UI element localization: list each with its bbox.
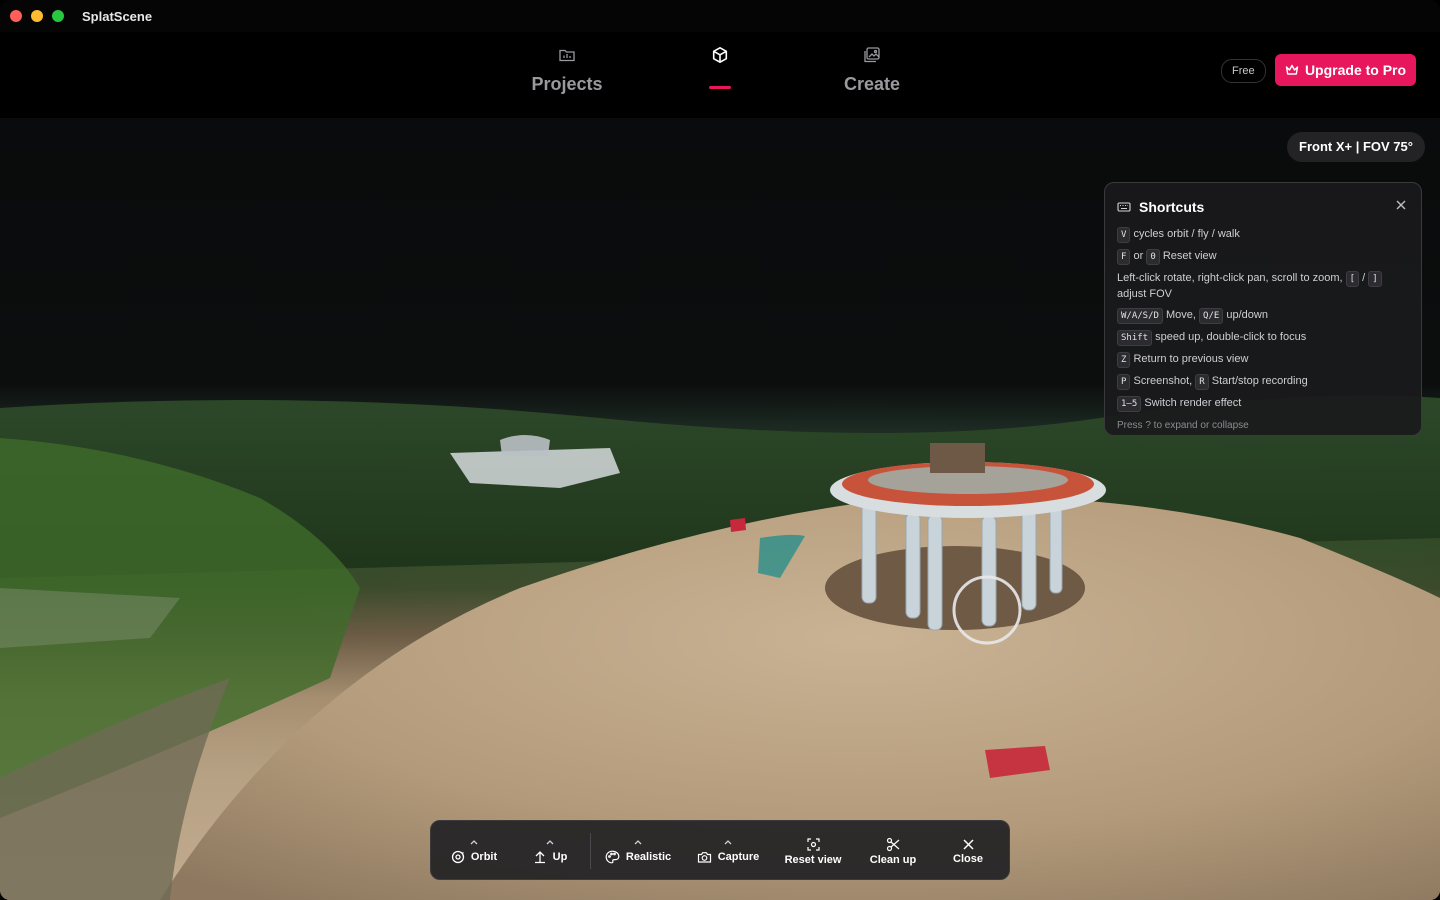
- shortcut-text: Move,: [1166, 309, 1196, 321]
- shortcut-text: Switch render effect: [1144, 397, 1242, 409]
- tab-create[interactable]: Create: [812, 46, 932, 106]
- camera-indicator: Front X+ | FOV 75°: [1287, 132, 1425, 162]
- shortcuts-footer: Press ? to expand or collapse: [1117, 420, 1249, 431]
- key-v: V: [1117, 227, 1131, 243]
- shortcut-text: cycles orbit / fly / walk: [1133, 228, 1240, 240]
- scissors-icon: [886, 837, 899, 851]
- image-plus-icon: [864, 47, 880, 63]
- shortcut-text: Reset view: [1162, 250, 1217, 262]
- title-bar: SplatScene: [0, 0, 1440, 32]
- capture-label: Capture: [717, 851, 760, 863]
- shortcut-text: speed up, double-click to focus: [1155, 331, 1307, 343]
- orbit-mode-button[interactable]: Orbit: [447, 821, 501, 881]
- chevron-up-icon: [546, 840, 554, 845]
- key-r: R: [1195, 374, 1209, 390]
- shortcut-line: V cycles orbit / fly / walk: [1117, 227, 1409, 243]
- zoom-window-button[interactable]: [52, 10, 64, 22]
- cube-icon: [712, 47, 728, 63]
- close-button[interactable]: Close: [943, 821, 993, 881]
- focus-icon: [806, 837, 820, 851]
- toolbar-separator: [590, 833, 591, 869]
- tab-projects-label: Projects: [531, 74, 603, 94]
- chevron-up-icon: [724, 840, 732, 845]
- minimize-window-button[interactable]: [31, 10, 43, 22]
- up-label: Up: [552, 851, 568, 863]
- close-icon: [962, 838, 974, 850]
- top-nav: Projects Create Free Upgrade to Pro: [0, 32, 1440, 118]
- shortcuts-header: Shortcuts: [1117, 197, 1409, 217]
- close-icon[interactable]: [1395, 199, 1407, 211]
- reset-view-label: Reset view: [784, 853, 842, 866]
- realistic-label: Realistic: [625, 851, 672, 863]
- shortcut-text: Screenshot,: [1133, 375, 1193, 387]
- shortcut-line: P Screenshot, R Start/stop recording: [1117, 374, 1409, 390]
- shortcut-line: F or 0 Reset view: [1117, 249, 1409, 265]
- key-qe: Q/E: [1199, 308, 1224, 324]
- close-label: Close: [953, 852, 983, 865]
- arrow-up-icon: [534, 851, 545, 864]
- app-window: SplatScene Projects Create Free Upgrade …: [0, 0, 1440, 900]
- keyboard-icon: [1117, 202, 1131, 212]
- up-axis-button[interactable]: Up: [527, 821, 573, 881]
- shortcut-text: Left-click rotate, right-click pan, scro…: [1117, 272, 1343, 284]
- clean-up-button[interactable]: Clean up: [863, 821, 923, 881]
- key-f: F: [1117, 249, 1131, 265]
- shortcut-line: Z Return to previous view: [1117, 352, 1409, 368]
- chevron-up-icon: [634, 840, 642, 845]
- key-shift: Shift: [1117, 330, 1153, 346]
- close-window-button[interactable]: [10, 10, 22, 22]
- upgrade-label: Upgrade to Pro: [1304, 62, 1407, 78]
- camera-icon: [697, 852, 711, 863]
- tab-projects[interactable]: Projects: [507, 46, 627, 106]
- key-p: P: [1117, 374, 1131, 390]
- render-effect-button[interactable]: Realistic: [603, 821, 673, 881]
- shortcut-line: Shift speed up, double-click to focus: [1117, 330, 1409, 346]
- shortcut-line: Left-click rotate, right-click pan, scro…: [1117, 271, 1409, 302]
- key-bracket-left: [: [1345, 271, 1360, 287]
- window-controls: [10, 10, 64, 22]
- clean-up-label: Clean up: [869, 853, 917, 866]
- shortcut-line: W/A/S/D Move, Q/E up/down: [1117, 308, 1409, 324]
- shortcut-line: 1–5 Switch render effect: [1117, 396, 1409, 412]
- key-wasd: W/A/S/D: [1117, 308, 1163, 324]
- crown-icon: [1285, 64, 1299, 75]
- shortcut-text: up/down: [1226, 309, 1268, 321]
- shortcuts-panel: Shortcuts V cycles orbit / fly / walk F …: [1104, 182, 1422, 436]
- shortcut-text: Return to previous view: [1133, 353, 1249, 365]
- active-tab-indicator: [709, 86, 731, 89]
- key-1-5: 1–5: [1117, 396, 1142, 412]
- shortcut-joiner: or: [1133, 250, 1144, 262]
- reset-view-button[interactable]: Reset view: [781, 821, 845, 881]
- bottom-toolbar: Orbit Up Realistic Capture Reset view Cl…: [430, 820, 1010, 880]
- folder-chart-icon: [559, 49, 575, 62]
- capture-button[interactable]: Capture: [694, 821, 762, 881]
- key-z: Z: [1117, 352, 1131, 368]
- plan-badge: Free: [1221, 59, 1266, 83]
- key-0: 0: [1146, 249, 1160, 265]
- shortcuts-title: Shortcuts: [1139, 199, 1205, 215]
- chevron-up-icon: [470, 840, 478, 845]
- tab-viewer[interactable]: [660, 46, 780, 106]
- app-title: SplatScene: [82, 8, 153, 24]
- key-bracket-right: ]: [1368, 271, 1382, 287]
- shortcut-text: adjust FOV: [1117, 288, 1173, 300]
- tab-create-label: Create: [843, 74, 901, 94]
- orbit-label: Orbit: [470, 851, 498, 863]
- upgrade-to-pro-button[interactable]: Upgrade to Pro: [1275, 54, 1416, 86]
- orbit-icon: [451, 850, 465, 864]
- shortcut-text: Start/stop recording: [1211, 375, 1308, 387]
- palette-icon: [605, 850, 620, 864]
